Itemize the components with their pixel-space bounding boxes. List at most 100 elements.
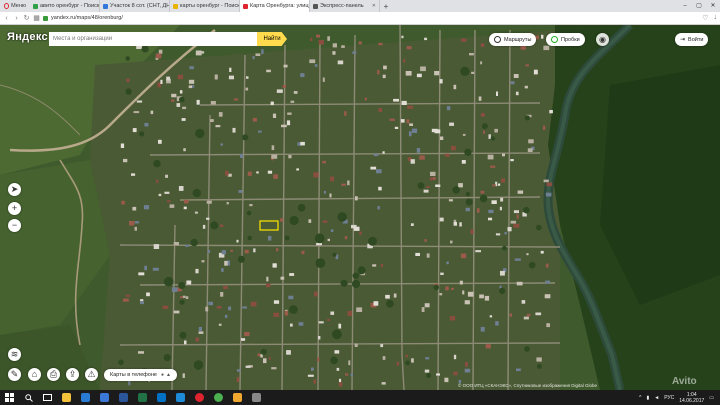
- house-roof: [242, 306, 247, 309]
- tab-close-icon[interactable]: ✕: [372, 3, 376, 9]
- house-roof: [543, 125, 546, 130]
- house-roof: [140, 299, 144, 302]
- screen: Меню авито оренбург - Поиск✕Участок 8 со…: [0, 0, 720, 405]
- home-grid-icon[interactable]: ▦: [33, 14, 40, 22]
- tree-canopy: [141, 45, 149, 53]
- network-icon[interactable]: ▮: [647, 395, 650, 401]
- house-roof: [382, 151, 385, 154]
- zoom-in-button[interactable]: +: [8, 202, 21, 215]
- browser-tab[interactable]: Карта Оренбурга: улицы✕: [240, 0, 310, 12]
- search-icon[interactable]: [19, 390, 38, 405]
- download-icon[interactable]: ↓: [714, 14, 718, 22]
- tree-canopy: [524, 346, 530, 352]
- tab-title: Участок 8 сот. (СНТ, ДНП): [110, 3, 170, 9]
- house-roof: [380, 264, 384, 268]
- satellite-imagery[interactable]: [0, 25, 720, 390]
- url-field[interactable]: yandex.ru/maps/48/orenburg/: [51, 15, 123, 21]
- traffic-button[interactable]: Пробки: [546, 33, 585, 46]
- tree-canopy: [417, 182, 425, 190]
- house-roof: [214, 74, 218, 80]
- close-window-icon[interactable]: ✕: [706, 0, 720, 12]
- start-button[interactable]: [0, 390, 19, 405]
- app-blue-icon[interactable]: [171, 390, 190, 405]
- house-roof: [546, 323, 550, 328]
- yandex-logo[interactable]: Яндекс: [7, 31, 48, 43]
- print-icon[interactable]: ⎙: [47, 368, 60, 381]
- reload-icon[interactable]: ↻: [23, 14, 30, 22]
- routes-button[interactable]: Маршруты: [489, 33, 537, 46]
- house-roof: [317, 357, 320, 362]
- house-roof: [459, 280, 463, 285]
- maximize-icon[interactable]: ▢: [692, 0, 706, 12]
- file-explorer-icon[interactable]: [57, 390, 76, 405]
- house-roof: [515, 91, 519, 96]
- house-roof: [120, 143, 125, 148]
- house-roof: [525, 64, 529, 67]
- house-roof: [409, 123, 413, 126]
- browser-tab[interactable]: Экспресс-панель ✕: [310, 0, 380, 12]
- search-button[interactable]: Найти: [257, 32, 287, 46]
- zoom-out-button[interactable]: −: [8, 219, 21, 232]
- tab-title: авито оренбург - Поиск: [40, 3, 100, 9]
- notifications-icon[interactable]: ▭: [709, 395, 714, 401]
- house-roof: [221, 268, 224, 272]
- house-roof: [424, 303, 430, 308]
- house-roof: [410, 223, 414, 226]
- house-roof: [202, 224, 206, 229]
- tree-canopy: [289, 215, 299, 226]
- satellite-map[interactable]: Яндекс Найти Маршруты Пробки ◉ ⇥ Войти ➤…: [0, 25, 720, 390]
- maps-in-phone-button[interactable]: Карты в телефоне ● ▲: [104, 369, 177, 381]
- browser-tab[interactable]: карты оренбург - Поиск✕: [170, 0, 240, 12]
- house-roof: [128, 380, 131, 386]
- geolocation-icon[interactable]: ➤: [8, 183, 21, 196]
- feedback-warning-icon[interactable]: ⚠: [85, 368, 98, 381]
- app-grey-icon[interactable]: [247, 390, 266, 405]
- minimize-icon[interactable]: –: [678, 0, 692, 12]
- opera-logo-icon: [4, 3, 10, 9]
- task-view-icon[interactable]: [38, 390, 57, 405]
- share-icon[interactable]: ⇪: [66, 368, 79, 381]
- house-roof: [480, 61, 483, 65]
- house-roof: [352, 51, 357, 54]
- browser-tab[interactable]: авито оренбург - Поиск✕: [30, 0, 100, 12]
- house-roof: [337, 60, 344, 65]
- volume-icon[interactable]: ◄: [654, 395, 659, 401]
- word-icon[interactable]: [114, 390, 133, 405]
- house-roof: [156, 179, 159, 184]
- house-roof: [355, 196, 358, 201]
- house-roof: [478, 96, 482, 101]
- login-button[interactable]: ⇥ Войти: [675, 33, 709, 46]
- browser-tab[interactable]: Участок 8 сот. (СНТ, ДНП)✕: [100, 0, 170, 12]
- map-layers-icon[interactable]: ≋: [8, 348, 21, 361]
- house-roof: [152, 267, 159, 271]
- back-icon[interactable]: ‹: [3, 15, 10, 22]
- search-input[interactable]: [49, 32, 257, 46]
- house-roof: [322, 220, 328, 223]
- language-indicator[interactable]: РУС: [664, 395, 674, 401]
- store-icon[interactable]: [95, 390, 114, 405]
- house-roof: [318, 39, 324, 45]
- ruler-icon[interactable]: ✎: [8, 368, 21, 381]
- tree-canopy: [125, 88, 132, 95]
- house-roof: [450, 240, 453, 244]
- new-tab-button[interactable]: +: [380, 0, 392, 12]
- bookmark-heart-icon[interactable]: ♡: [702, 14, 708, 22]
- panorama-icon[interactable]: ⌂: [28, 368, 41, 381]
- house-roof: [377, 206, 380, 210]
- house-roof: [526, 313, 531, 317]
- map-copyright[interactable]: © ООО ИТЦ «СКАНЭКС», Спутниковые изображ…: [458, 383, 597, 388]
- clock[interactable]: 1:04 14.06.2017: [679, 392, 704, 404]
- opera-icon[interactable]: [190, 390, 209, 405]
- forward-icon[interactable]: ›: [13, 15, 20, 22]
- tray-arrow-icon[interactable]: ^: [639, 395, 641, 401]
- opera-menu-button[interactable]: Меню: [0, 0, 30, 12]
- explorer-icon[interactable]: [228, 390, 247, 405]
- edge-icon[interactable]: [76, 390, 95, 405]
- excel-icon[interactable]: [133, 390, 152, 405]
- chrome-icon[interactable]: [209, 390, 228, 405]
- house-roof: [289, 273, 295, 276]
- outlook-icon[interactable]: [152, 390, 171, 405]
- house-roof: [420, 66, 426, 72]
- house-roof: [182, 106, 187, 110]
- layers-icon[interactable]: ◉: [596, 33, 609, 46]
